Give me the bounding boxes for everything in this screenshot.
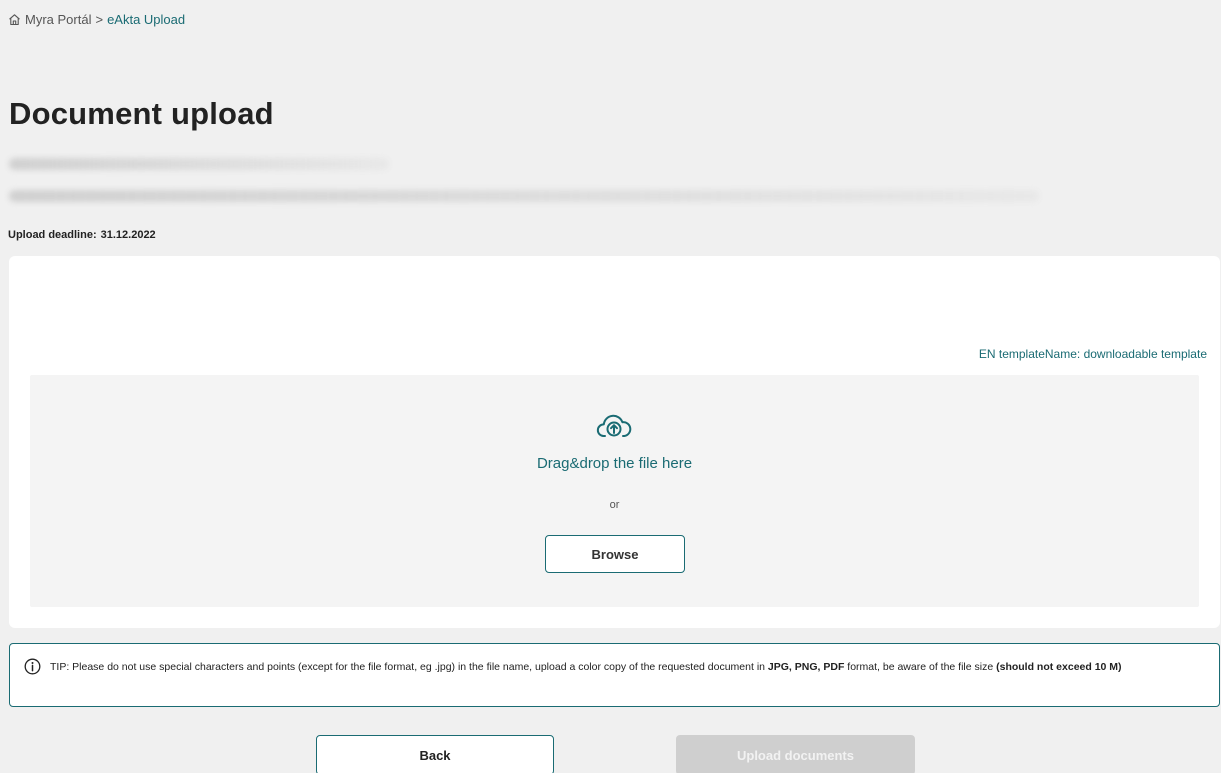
cloud-upload-icon — [596, 412, 632, 440]
blurred-description-line — [9, 190, 1039, 202]
tip-formats: JPG, PNG, PDF — [767, 661, 845, 673]
tip-box: TIP: Please do not use special character… — [9, 643, 1220, 707]
or-separator: or — [609, 499, 620, 511]
info-icon — [24, 658, 41, 682]
home-icon[interactable] — [8, 13, 21, 26]
tip-text-continued: format, be aware of the file size — [844, 661, 997, 673]
page-title: Document upload — [9, 96, 274, 131]
upload-deadline: Upload deadline: 31.12.2022 — [8, 229, 156, 241]
template-download-link[interactable]: EN templateName: downloadable template — [979, 347, 1207, 361]
drop-instructions: Drag&drop the file here — [536, 455, 693, 472]
breadcrumb-separator: > — [95, 12, 104, 27]
deadline-value: 31.12.2022 — [100, 229, 156, 241]
tip-size-note: (should not exceed 10 M) — [996, 661, 1122, 673]
browse-button[interactable]: Browse — [545, 535, 685, 573]
upload-card: EN templateName: downloadable template D… — [9, 256, 1220, 628]
upload-documents-button[interactable]: Upload documents — [676, 735, 915, 773]
file-dropzone[interactable]: Drag&drop the file here or Browse — [30, 375, 1199, 607]
deadline-label: Upload deadline: — [8, 229, 97, 241]
blurred-description-line — [9, 158, 389, 170]
tip-text: TIP: Please do not use special character… — [50, 661, 768, 673]
breadcrumb: Myra Portál > eAkta Upload — [8, 12, 185, 27]
breadcrumb-item-current[interactable]: eAkta Upload — [107, 12, 185, 27]
breadcrumb-item-portal[interactable]: Myra Portál — [25, 12, 91, 27]
back-button[interactable]: Back — [316, 735, 554, 773]
